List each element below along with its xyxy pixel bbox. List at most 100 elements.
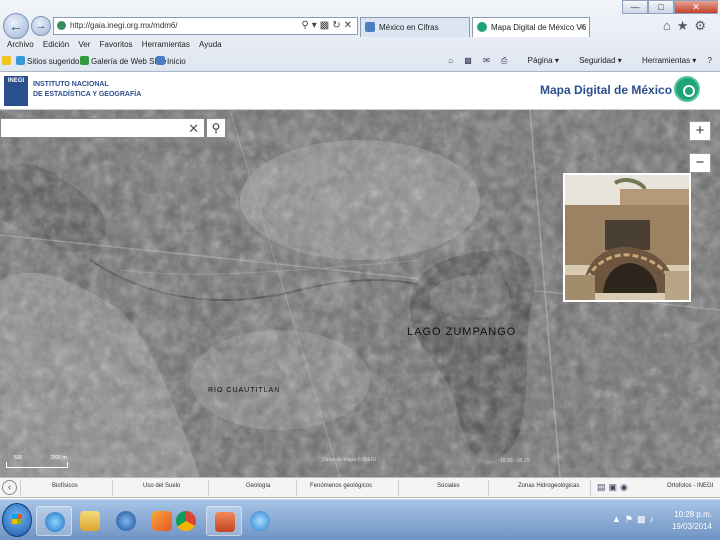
star-icon <box>2 56 11 65</box>
feeds-icon[interactable]: ▩ <box>464 56 472 65</box>
page-menu[interactable]: Página ▾ <box>519 56 559 65</box>
divider <box>398 480 399 496</box>
taskbar-explorer[interactable] <box>72 506 108 536</box>
page-icon <box>57 21 66 30</box>
maximize-button[interactable]: □ <box>648 0 674 14</box>
favorites-star-button[interactable] <box>2 56 13 66</box>
security-menu-label: Seguridad <box>579 56 616 65</box>
divider <box>208 480 209 496</box>
close-tab-icon[interactable]: × <box>580 22 585 32</box>
tab-label: México en Cifras <box>379 23 439 32</box>
refresh-icon[interactable]: ↻ <box>332 20 343 31</box>
close-window-button[interactable]: ✕ <box>674 0 718 14</box>
inegi-logo[interactable]: INEGI <box>4 76 28 106</box>
menu-ayuda[interactable]: Ayuda <box>199 40 222 49</box>
theme-biofisicos[interactable]: Biofísicos <box>52 483 78 489</box>
powerpoint-icon <box>215 512 235 532</box>
scale-bar <box>6 462 68 468</box>
map-canvas[interactable]: ✕ ⚲ + − LAGO ZUMPANGO RIO CUAUTITLAN 500… <box>0 110 720 477</box>
place-search-input[interactable]: ✕ <box>0 118 205 138</box>
map-label-river: RIO CUAUTITLAN <box>208 387 281 394</box>
layer-tools: ▤▣◉ <box>597 482 631 493</box>
org-name-line1: INSTITUTO NACIONAL <box>33 81 109 88</box>
settings-gear-icon[interactable]: ⚙ <box>694 18 712 33</box>
favorites-star-icon[interactable]: ★ <box>677 18 695 33</box>
location-photo[interactable] <box>563 173 691 302</box>
fav-galeria-web-slice[interactable]: Galería de Web Slice <box>80 56 166 66</box>
stop-icon[interactable]: ✕ <box>344 20 355 31</box>
dropdown-icon[interactable]: ▾ <box>312 20 320 31</box>
zoom-out-button[interactable]: − <box>689 153 711 173</box>
theme-geologia[interactable]: Geología <box>246 483 270 489</box>
menu-archivo[interactable]: Archivo <box>7 40 34 49</box>
forward-button[interactable]: → <box>31 16 51 36</box>
layers-icon[interactable]: ▤ <box>597 482 609 492</box>
theme-uso-suelo[interactable]: Uso del Suelo <box>143 483 180 489</box>
menu-favoritos[interactable]: Favoritos <box>100 40 133 49</box>
divider <box>112 480 113 496</box>
address-actions[interactable]: ⚲▾▩↻✕ <box>301 20 355 31</box>
taskbar-ie[interactable] <box>36 506 72 536</box>
clock-time[interactable]: 10:28 p.m. <box>674 510 712 519</box>
divider <box>296 480 297 496</box>
back-button[interactable]: ← <box>3 13 29 39</box>
map-logo-icon <box>674 76 700 102</box>
taskbar-powerpoint[interactable] <box>206 506 242 536</box>
taskbar-chrome[interactable] <box>168 506 204 536</box>
menu-edicion[interactable]: Edición <box>43 40 69 49</box>
tray-expand-icon[interactable]: ▲ <box>612 514 625 524</box>
minimize-button[interactable]: — <box>622 0 648 14</box>
page-title: Mapa Digital de México <box>540 83 673 97</box>
globe-icon[interactable]: ◉ <box>620 482 631 492</box>
map-label-lake: LAGO ZUMPANGO <box>407 326 517 338</box>
address-bar[interactable]: http://gaia.inegi.org.mx/mdm6/ ⚲▾▩↻✕ <box>53 17 358 35</box>
taskbar-media-player[interactable] <box>108 506 144 536</box>
home-cmd-icon[interactable]: ⌂ <box>448 56 453 65</box>
folder-icon <box>80 511 100 531</box>
browser-chrome: ← → http://gaia.inegi.org.mx/mdm6/ ⚲▾▩↻✕… <box>0 0 720 72</box>
tools-menu[interactable]: Herramientas ▾ <box>633 56 696 65</box>
image-icon[interactable]: ▣ <box>609 482 621 492</box>
theme-bar: ‹ Biofísicos Uso del Suelo Geología Fenó… <box>0 477 720 498</box>
site-header: INEGI INSTITUTO NACIONAL DE ESTADÍSTICA … <box>0 72 720 110</box>
theme-zonas-hidrogeologicas[interactable]: Zonas Hidrogeológicas <box>518 483 579 489</box>
print-icon[interactable]: ⎙ <box>501 56 507 65</box>
search-button[interactable]: ⚲ <box>206 118 226 138</box>
taskbar-ie-2[interactable] <box>242 506 278 536</box>
org-name-line2: DE ESTADÍSTICA Y GEOGRAFÍA <box>33 91 142 98</box>
start-button[interactable] <box>2 503 32 537</box>
compat-icon[interactable]: ▩ <box>320 20 332 31</box>
map-coordinates: 19.80, -99.15 <box>500 458 530 464</box>
home-icon[interactable]: ⌂ <box>663 18 677 33</box>
zoom-in-button[interactable]: + <box>689 121 711 141</box>
home-page-icon <box>156 56 165 65</box>
map-copyright: Datos de Mapa © INEGI <box>322 457 376 463</box>
clear-search-icon[interactable]: ✕ <box>188 121 199 137</box>
menu-ver[interactable]: Ver <box>78 40 90 49</box>
volume-icon[interactable]: ♪ <box>650 514 659 524</box>
flag-icon[interactable]: ⚑ <box>625 514 637 524</box>
address-text[interactable]: http://gaia.inegi.org.mx/mdm6/ <box>70 21 178 30</box>
fav-inicio[interactable]: Inicio <box>156 56 186 66</box>
fav-sitios-sugeridos[interactable]: Sitios sugeridos <box>16 56 83 66</box>
network-icon[interactable]: ▩ <box>637 514 650 524</box>
internet-explorer-icon <box>45 512 65 532</box>
security-menu[interactable]: Seguridad ▾ <box>570 56 622 65</box>
help-icon[interactable]: ? <box>708 56 712 65</box>
clock-date[interactable]: 19/03/2014 <box>672 522 712 531</box>
magnifier-icon: ⚲ <box>211 121 221 135</box>
divider <box>590 480 591 496</box>
tab-mapa-digital[interactable]: Mapa Digital de México V6 × <box>472 17 590 37</box>
aqueduct-photo-image <box>565 175 689 300</box>
search-icon[interactable]: ⚲ <box>301 20 311 31</box>
tab-mexico-cifras[interactable]: México en Cifras <box>360 17 470 37</box>
menu-herramientas[interactable]: Herramientas <box>142 40 190 49</box>
theme-sociales[interactable]: Sociales <box>437 483 460 489</box>
browser-icon <box>250 511 270 531</box>
theme-bar-toggle-icon[interactable]: ‹ <box>2 480 17 495</box>
media-player-icon <box>116 511 136 531</box>
theme-fenomenos-geologicos[interactable]: Fenómenos geológicos <box>310 483 372 489</box>
system-tray: ▲⚑▩♪ 10:28 p.m. 19/03/2014 <box>608 500 718 540</box>
read-mail-icon[interactable]: ✉ <box>483 56 490 65</box>
web-slice-icon <box>80 56 89 65</box>
